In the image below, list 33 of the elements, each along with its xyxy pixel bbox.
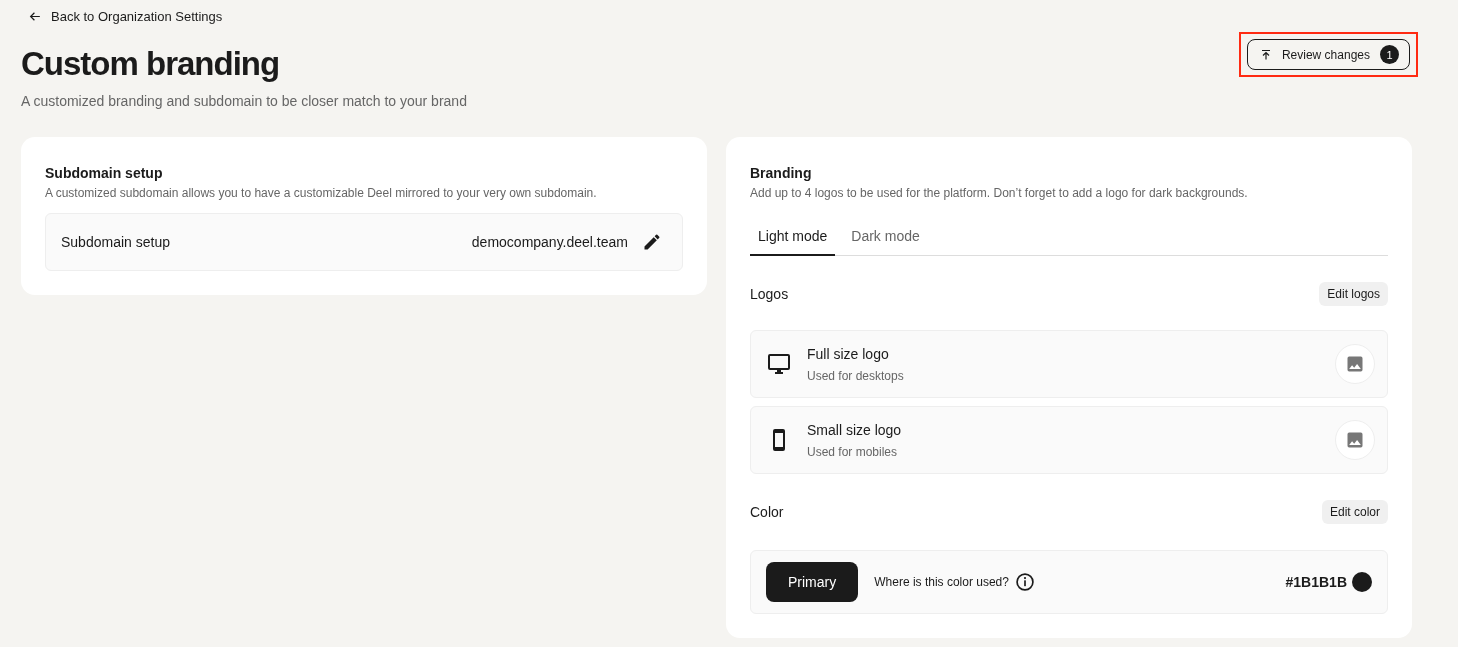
color-hex-value: #1B1B1B bbox=[1285, 574, 1347, 590]
primary-color-button[interactable]: Primary bbox=[766, 562, 859, 602]
info-icon[interactable] bbox=[1014, 572, 1035, 592]
row-label: Subdomain setup bbox=[61, 234, 171, 250]
monitor-icon bbox=[767, 352, 791, 376]
image-icon bbox=[1345, 430, 1365, 450]
upload-image-button[interactable] bbox=[1335, 420, 1375, 460]
section-title: Logos bbox=[750, 286, 789, 302]
logo-title: Small size logo bbox=[807, 421, 903, 438]
logo-subtitle: Used for mobiles bbox=[807, 444, 899, 459]
edit-color-button[interactable]: Edit color bbox=[1321, 500, 1388, 524]
arrow-left-icon bbox=[29, 10, 42, 23]
review-changes-button[interactable]: Review changes 1 bbox=[1246, 39, 1410, 70]
logo-subtitle: Used for desktops bbox=[807, 368, 905, 383]
logo-title: Full size logo bbox=[807, 345, 890, 362]
edit-icon[interactable] bbox=[642, 232, 662, 252]
card-description: A customized subdomain allows you to have a customizable Deel mirrored to your very own subdomain. bbox=[45, 186, 598, 200]
mode-tab[interactable]: Light mode bbox=[750, 220, 836, 256]
image-icon bbox=[1345, 354, 1365, 374]
card-title: Branding bbox=[750, 165, 813, 181]
card-description: Add up to 4 logos to be used for the platform. Don’t forget to add a logo for dark backgrounds. bbox=[750, 186, 1249, 200]
page-subtitle: A customized branding and subdomain to be closer match to your brand bbox=[21, 93, 467, 109]
color-usage-question: Where is this color used? bbox=[874, 575, 1009, 589]
back-link[interactable]: Back to Organization Settings bbox=[21, 6, 223, 27]
edit-logos-button[interactable]: Edit logos bbox=[1319, 282, 1388, 306]
page-title: Custom branding bbox=[21, 45, 281, 83]
upload-image-button[interactable] bbox=[1335, 344, 1375, 384]
upload-icon bbox=[1259, 48, 1272, 61]
card-title: Subdomain setup bbox=[45, 165, 164, 181]
subdomain-value: democompany.deel.team bbox=[471, 234, 628, 250]
section-title: Color bbox=[750, 504, 784, 520]
count-badge: 1 bbox=[1380, 45, 1399, 64]
mode-tab[interactable]: Dark mode bbox=[843, 220, 928, 256]
